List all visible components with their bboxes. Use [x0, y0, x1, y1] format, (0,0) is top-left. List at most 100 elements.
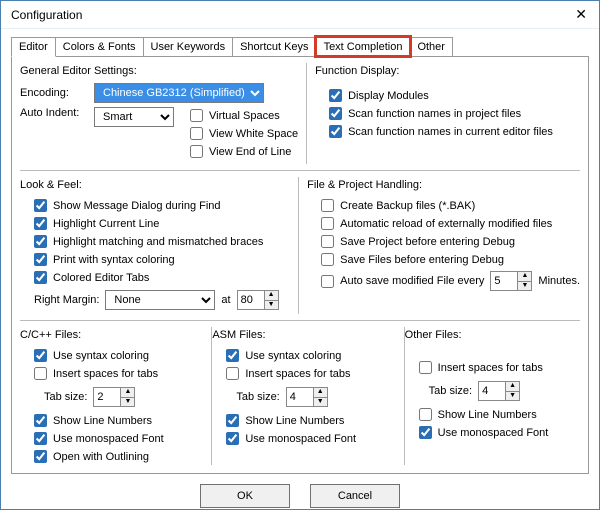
other-mono-check[interactable] — [419, 426, 432, 439]
asm-spaces-label: Insert spaces for tabs — [245, 368, 350, 380]
cc-tabsize-input[interactable] — [93, 387, 121, 407]
encoding-label: Encoding: — [20, 87, 88, 99]
spin-up-icon[interactable]: ▲ — [506, 381, 520, 392]
spin-up-icon[interactable]: ▲ — [121, 387, 135, 398]
view-white-label: View White Space — [209, 128, 298, 140]
cc-spaces-label: Insert spaces for tabs — [53, 368, 158, 380]
cancel-button[interactable]: Cancel — [310, 484, 400, 508]
autosave-input[interactable] — [490, 271, 518, 291]
spin-down-icon[interactable]: ▼ — [265, 301, 279, 311]
asm-tabsize-label: Tab size: — [236, 391, 279, 403]
backup-label: Create Backup files (*.BAK) — [340, 200, 475, 212]
virtual-spaces-check[interactable] — [190, 109, 203, 122]
other-linenum-check[interactable] — [419, 408, 432, 421]
cc-linenum-check[interactable] — [34, 414, 47, 427]
other-tabsize-spin[interactable]: ▲▼ — [478, 381, 520, 401]
at-label: at — [221, 294, 230, 306]
showmsg-check[interactable] — [34, 199, 47, 212]
asm-spaces-check[interactable] — [226, 367, 239, 380]
spin-up-icon[interactable]: ▲ — [314, 387, 328, 398]
asm-tabsize-input[interactable] — [286, 387, 314, 407]
asm-mono-label: Use monospaced Font — [245, 433, 356, 445]
spin-down-icon[interactable]: ▼ — [121, 398, 135, 408]
other-tabsize-input[interactable] — [478, 381, 506, 401]
hlmatch-label: Highlight matching and mismatched braces — [53, 236, 263, 248]
reload-check[interactable] — [321, 217, 334, 230]
virtual-spaces-label: Virtual Spaces — [209, 110, 280, 122]
asm-mono-check[interactable] — [226, 432, 239, 445]
hlmatch-check[interactable] — [34, 235, 47, 248]
titlebar: Configuration ✕ — [1, 1, 599, 29]
cc-outline-label: Open with Outlining — [53, 451, 149, 463]
asm-tabsize-spin[interactable]: ▲▼ — [286, 387, 328, 407]
minutes-label: Minutes. — [538, 275, 580, 287]
cc-mono-check[interactable] — [34, 432, 47, 445]
fph-title: File & Project Handling: — [307, 179, 580, 191]
cc-title: C/C++ Files: — [20, 329, 195, 341]
spin-down-icon[interactable]: ▼ — [506, 392, 520, 402]
cc-linenum-label: Show Line Numbers — [53, 415, 152, 427]
cc-tabsize-spin[interactable]: ▲▼ — [93, 387, 135, 407]
asm-title: ASM Files: — [212, 329, 387, 341]
tab-colors[interactable]: Colors & Fonts — [55, 37, 144, 56]
asm-linenum-check[interactable] — [226, 414, 239, 427]
view-eol-check[interactable] — [190, 145, 203, 158]
asm-syntax-check[interactable] — [226, 349, 239, 362]
tab-editor[interactable]: Editor — [11, 37, 56, 57]
rmargin-select[interactable]: None — [105, 290, 215, 310]
rmargin-at-input[interactable] — [237, 290, 265, 310]
ok-button[interactable]: OK — [200, 484, 290, 508]
savefiles-check[interactable] — [321, 253, 334, 266]
spin-up-icon[interactable]: ▲ — [265, 290, 279, 301]
asm-syntax-label: Use syntax coloring — [245, 350, 341, 362]
autosave-spin[interactable]: ▲▼ — [490, 271, 532, 291]
saveproj-check[interactable] — [321, 235, 334, 248]
autoindent-label: Auto Indent: — [20, 107, 88, 119]
other-spaces-check[interactable] — [419, 361, 432, 374]
other-mono-label: Use monospaced Font — [438, 427, 549, 439]
func-title: Function Display: — [315, 65, 580, 77]
other-title: Other Files: — [405, 329, 580, 341]
cc-tabsize-label: Tab size: — [44, 391, 87, 403]
close-icon[interactable]: ✕ — [571, 6, 591, 23]
showmsg-label: Show Message Dialog during Find — [53, 200, 221, 212]
autosave-label: Auto save modified File every — [340, 275, 484, 287]
rmargin-at-spin[interactable]: ▲▼ — [237, 290, 279, 310]
scan-editor-check[interactable] — [329, 125, 342, 138]
cc-mono-label: Use monospaced Font — [53, 433, 164, 445]
scan-editor-label: Scan function names in current editor fi… — [348, 126, 553, 138]
cc-outline-check[interactable] — [34, 450, 47, 463]
hlcurrent-check[interactable] — [34, 217, 47, 230]
reload-label: Automatic reload of externally modified … — [340, 218, 552, 230]
view-white-check[interactable] — [190, 127, 203, 140]
cc-syntax-label: Use syntax coloring — [53, 350, 149, 362]
tab-strip: Editor Colors & Fonts User Keywords Shor… — [11, 35, 589, 57]
display-modules-check[interactable] — [329, 89, 342, 102]
tab-other[interactable]: Other — [409, 37, 453, 56]
cc-spaces-check[interactable] — [34, 367, 47, 380]
saveproj-label: Save Project before entering Debug — [340, 236, 515, 248]
scan-project-label: Scan function names in project files — [348, 108, 521, 120]
look-title: Look & Feel: — [20, 179, 290, 191]
spin-down-icon[interactable]: ▼ — [518, 282, 532, 292]
other-tabsize-label: Tab size: — [429, 385, 472, 397]
tab-user-keywords[interactable]: User Keywords — [143, 37, 234, 56]
tab-text-completion[interactable]: Text Completion — [316, 37, 411, 56]
asm-linenum-label: Show Line Numbers — [245, 415, 344, 427]
colortabs-label: Colored Editor Tabs — [53, 272, 149, 284]
editor-pane: General Editor Settings: Encoding: Chine… — [11, 57, 589, 474]
spin-up-icon[interactable]: ▲ — [518, 271, 532, 282]
autosave-check[interactable] — [321, 275, 334, 288]
other-linenum-label: Show Line Numbers — [438, 409, 537, 421]
colortabs-check[interactable] — [34, 271, 47, 284]
window-title: Configuration — [11, 8, 82, 22]
scan-project-check[interactable] — [329, 107, 342, 120]
autoindent-select[interactable]: Smart — [94, 107, 174, 127]
encoding-select[interactable]: Chinese GB2312 (Simplified) — [94, 83, 264, 103]
tab-shortcut-keys[interactable]: Shortcut Keys — [232, 37, 316, 56]
general-title: General Editor Settings: — [20, 65, 298, 77]
cc-syntax-check[interactable] — [34, 349, 47, 362]
printsyntax-check[interactable] — [34, 253, 47, 266]
spin-down-icon[interactable]: ▼ — [314, 398, 328, 408]
backup-check[interactable] — [321, 199, 334, 212]
